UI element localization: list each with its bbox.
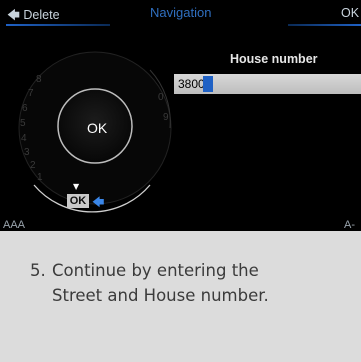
navigation-screen: 🡄 Delete Navigation OK House number 8 <box>0 0 361 231</box>
ok-knob-label: OK <box>87 120 108 136</box>
down-triangle-icon: ▼ <box>73 182 80 191</box>
selected-ok-key[interactable]: OK <box>67 194 89 208</box>
speller-digit[interactable]: 6 <box>22 103 28 114</box>
speller-digit[interactable]: 5 <box>20 118 26 129</box>
speller-wheel <box>0 51 361 215</box>
backspace-arrow-icon[interactable]: 🡄 <box>92 193 104 214</box>
speller-digit[interactable]: 8 <box>36 74 42 85</box>
speller-digit[interactable]: 7 <box>28 88 34 99</box>
step-number: 5. <box>30 261 46 280</box>
speller-digit[interactable]: 9 <box>163 112 169 123</box>
alphabet-indicator: A- <box>344 219 355 231</box>
caption-line: Street and House number. <box>52 286 269 305</box>
speller-digit[interactable]: 3 <box>24 147 30 158</box>
case-indicator: AAA <box>3 219 26 231</box>
speller-digit[interactable]: 1 <box>37 172 43 183</box>
speller-digit[interactable]: 4 <box>21 133 27 144</box>
speller-digit[interactable]: 0 <box>158 92 164 103</box>
speller-digit[interactable]: 2 <box>30 160 36 171</box>
caption-line: Continue by entering the <box>52 261 259 280</box>
